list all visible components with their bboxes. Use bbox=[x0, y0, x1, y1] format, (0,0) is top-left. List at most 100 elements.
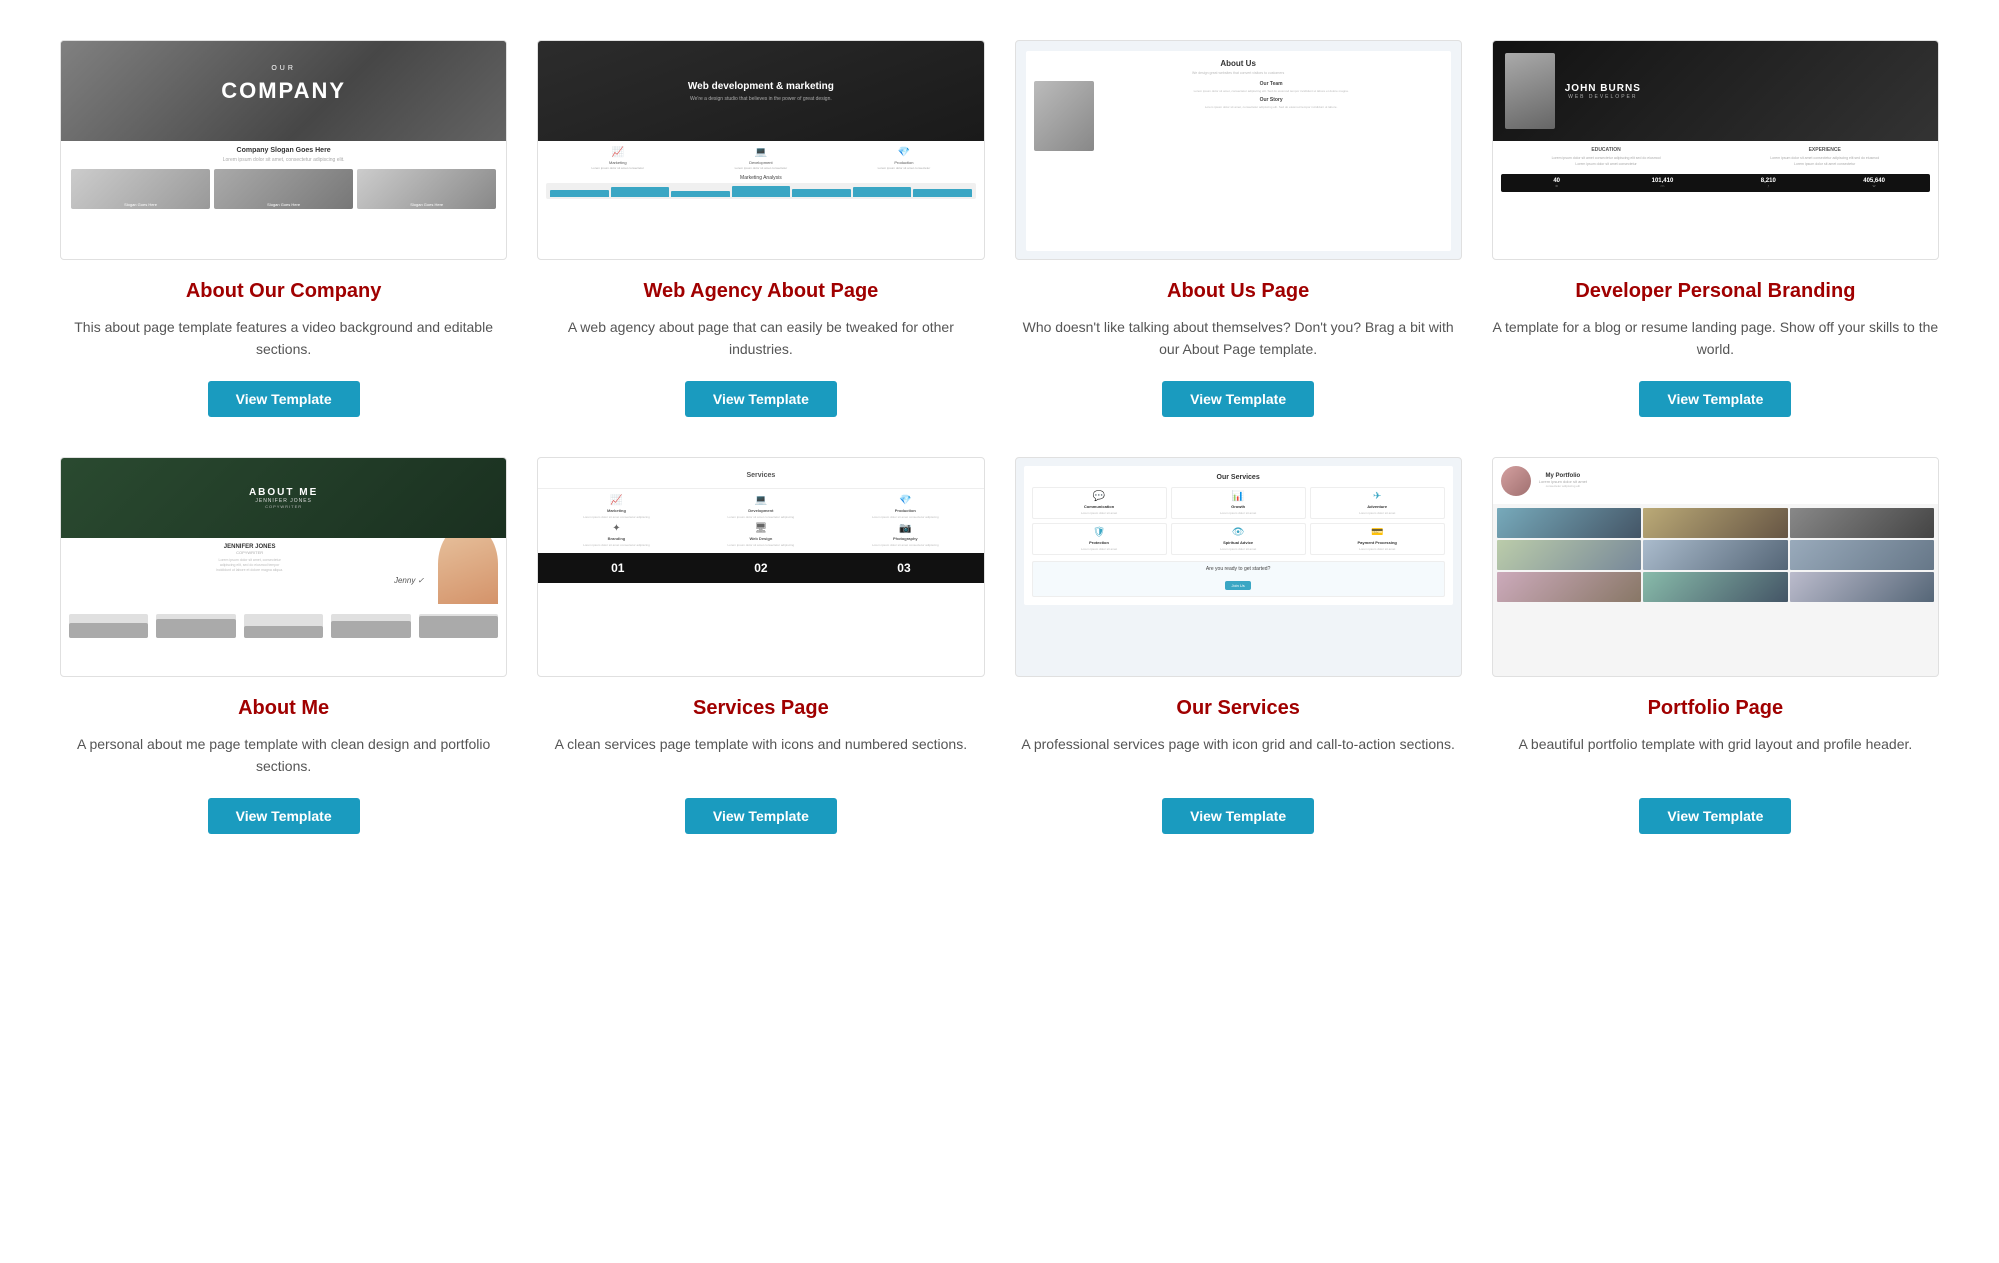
card-desc-web-agency: A web agency about page that can easily … bbox=[537, 316, 984, 361]
svc-num-2: 02 bbox=[754, 561, 767, 575]
production-label: Production bbox=[894, 160, 913, 165]
thumbnail-our-services: Our Services 💬 Communication Lorem ipsum… bbox=[1015, 457, 1462, 677]
about-team-photo bbox=[1034, 81, 1094, 151]
dev-stats: 40 ⚙ 101,410 </> 8,210 ƒ 405,640 W bbox=[1501, 174, 1930, 192]
svc-webdesign-label: Web Design bbox=[749, 536, 772, 541]
os-cta-button[interactable]: Join Us bbox=[1225, 581, 1250, 590]
dev-name-section: JOHN BURNS WEB DEVELOPER bbox=[1565, 83, 1641, 100]
marketing-icon: 📈 bbox=[612, 147, 624, 158]
os-growth: 📊 Growth Lorem ipsum dolor sit amet bbox=[1171, 487, 1306, 519]
os-title: Our Services bbox=[1032, 474, 1445, 481]
aboutme-bar-1 bbox=[69, 614, 148, 638]
svc-marketing: 📈 Marketing Lorem ipsum dolor sit amet c… bbox=[546, 495, 686, 519]
card-desc-services: A clean services page template with icon… bbox=[555, 733, 967, 778]
card-about-me: ABOUT ME JENNIFER JONES COPYWRITER JENNI… bbox=[60, 457, 507, 834]
about-us-title: About Us bbox=[1034, 59, 1443, 68]
view-template-our-services[interactable]: View Template bbox=[1162, 798, 1314, 834]
svc-branding-label: Branding bbox=[608, 536, 626, 541]
os-cta-text: Are you ready to get started? bbox=[1037, 566, 1440, 572]
svc-photography-icon: 📷 bbox=[899, 523, 911, 534]
company-img-3: Slogan Goes Here bbox=[357, 169, 496, 209]
agency-service-icons: 📈 Marketing Lorem ipsum dolor sit amet c… bbox=[546, 147, 975, 171]
view-template-services[interactable]: View Template bbox=[685, 798, 837, 834]
port-avatar bbox=[1501, 466, 1531, 496]
os-adventure-icon: ✈ bbox=[1373, 491, 1381, 502]
svc-development: 💻 Development Lorem ipsum dolor sit amet… bbox=[691, 495, 831, 519]
services-header-title: Services bbox=[746, 472, 775, 479]
port-header: My Portfolio Lorem ipsum dolor sit amet … bbox=[1493, 458, 1938, 504]
our-story-text: Lorem ipsum dolor sit amet, consectetur … bbox=[1100, 105, 1443, 109]
company-img-row: Slogan Goes Here Slogan Goes Here Slogan… bbox=[71, 169, 496, 209]
about-team-row: Our Team Lorem ipsum dolor sit amet, con… bbox=[1034, 81, 1443, 151]
view-template-about-me[interactable]: View Template bbox=[208, 798, 360, 834]
os-payment: 💳 Payment Processing Lorem ipsum dolor s… bbox=[1310, 523, 1445, 555]
view-template-portfolio[interactable]: View Template bbox=[1639, 798, 1791, 834]
card-title-web-agency: Web Agency About Page bbox=[643, 278, 878, 304]
card-title-portfolio: Portfolio Page bbox=[1648, 695, 1784, 721]
thumbnail-web-agency: Web development & marketing We're a desi… bbox=[537, 40, 984, 260]
card-portfolio: My Portfolio Lorem ipsum dolor sit amet … bbox=[1492, 457, 1939, 834]
agency-body: 📈 Marketing Lorem ipsum dolor sit amet c… bbox=[538, 141, 983, 205]
card-dev-branding: JOHN BURNS WEB DEVELOPER EDUCATION Lorem… bbox=[1492, 40, 1939, 417]
aboutme-text: JENNIFER JONES COPYWRITER Lorem ipsum do… bbox=[69, 544, 430, 604]
svc-development-label: Development bbox=[748, 508, 773, 513]
agency-hero: Web development & marketing We're a desi… bbox=[538, 41, 983, 141]
os-protection-text: Lorem ipsum dolor sit amet bbox=[1081, 547, 1117, 551]
company-img-1: Slogan Goes Here bbox=[71, 169, 210, 209]
port-name-section: My Portfolio Lorem ipsum dolor sit amet … bbox=[1539, 473, 1587, 488]
agency-hero-title: Web development & marketing bbox=[688, 81, 834, 92]
svc-production: 💎 Production Lorem ipsum dolor sit amet … bbox=[835, 495, 975, 519]
port-cell-3 bbox=[1790, 508, 1934, 538]
card-desc-portfolio: A beautiful portfolio template with grid… bbox=[1518, 733, 1912, 778]
aboutme-line-3: incididunt ut labore et dolore magna ali… bbox=[69, 568, 430, 572]
os-cta: Are you ready to get started? Join Us bbox=[1032, 561, 1445, 597]
dev-stat-icon-4: W bbox=[1873, 184, 1876, 188]
dev-stat-1: 40 ⚙ bbox=[1507, 178, 1607, 188]
os-adventure-text: Lorem ipsum dolor sit amet bbox=[1359, 511, 1395, 515]
education-title: EDUCATION bbox=[1501, 147, 1712, 153]
os-grid: 💬 Communication Lorem ipsum dolor sit am… bbox=[1032, 487, 1445, 555]
svc-webdesign-icon: 🖥 bbox=[755, 523, 768, 534]
os-spiritual-label: Spiritual Advice bbox=[1223, 540, 1253, 545]
marketing-text: Lorem ipsum dolor sit amet consectetur bbox=[592, 167, 645, 171]
bar-3 bbox=[671, 191, 729, 197]
card-title-about-our-company: About Our Company bbox=[186, 278, 382, 304]
svc-development-icon: 💻 bbox=[755, 495, 767, 506]
view-template-about-us[interactable]: View Template bbox=[1162, 381, 1314, 417]
port-cell-6 bbox=[1790, 540, 1934, 570]
port-cell-1 bbox=[1497, 508, 1641, 538]
thumbnail-about-me: ABOUT ME JENNIFER JONES COPYWRITER JENNI… bbox=[60, 457, 507, 677]
os-growth-icon: 📊 bbox=[1232, 491, 1244, 502]
svc-production-icon: 💎 bbox=[899, 495, 911, 506]
dev-experience-col: EXPERIENCE Lorem ipsum dolor sit amet co… bbox=[1719, 147, 1930, 168]
svc-webdesign: 🖥 Web Design Lorem ipsum dolor sit amet … bbox=[691, 523, 831, 547]
port-cell-7 bbox=[1497, 572, 1641, 602]
card-title-dev-branding: Developer Personal Branding bbox=[1575, 278, 1855, 304]
dev-stat-icon-3: ƒ bbox=[1767, 184, 1769, 188]
view-template-about-our-company[interactable]: View Template bbox=[208, 381, 360, 417]
bar-5 bbox=[792, 189, 850, 197]
thumbnail-about-our-company: OUR COMPANY Company Slogan Goes Here Lor… bbox=[60, 40, 507, 260]
dev-stat-3: 8,210 ƒ bbox=[1718, 178, 1818, 188]
aboutme-line-2: adipiscing elit, sed do eiusmod tempor bbox=[69, 563, 430, 567]
os-spiritual-icon: 👁 bbox=[1232, 527, 1245, 538]
about-us-tagline: We design great websites that convert vi… bbox=[1034, 71, 1443, 75]
aboutme-bar-fill-3 bbox=[244, 626, 323, 638]
marketing-label: Marketing bbox=[609, 160, 627, 165]
view-template-dev-branding[interactable]: View Template bbox=[1639, 381, 1791, 417]
thumb-hero-company: OUR COMPANY bbox=[61, 41, 506, 141]
bar-7 bbox=[913, 189, 971, 197]
card-desc-about-me: A personal about me page template with c… bbox=[60, 733, 507, 778]
dev-cols: EDUCATION Lorem ipsum dolor sit amet con… bbox=[1501, 147, 1930, 168]
view-template-web-agency[interactable]: View Template bbox=[685, 381, 837, 417]
svc-photography: 📷 Photography Lorem ipsum dolor sit amet… bbox=[835, 523, 975, 547]
company-name-label: COMPANY bbox=[221, 78, 346, 104]
svc-branding-icon: ✦ bbox=[612, 523, 620, 534]
os-spiritual: 👁 Spiritual Advice Lorem ipsum dolor sit… bbox=[1171, 523, 1306, 555]
company-img-2: Slogan Goes Here bbox=[214, 169, 353, 209]
aboutme-bar-fill-4 bbox=[331, 621, 410, 638]
card-title-about-us: About Us Page bbox=[1167, 278, 1309, 304]
svc-webdesign-text: Lorem ipsum dolor sit amet consectetur a… bbox=[728, 543, 795, 547]
our-story-heading: Our Story bbox=[1100, 97, 1443, 103]
aboutme-title: ABOUT ME bbox=[249, 487, 318, 498]
